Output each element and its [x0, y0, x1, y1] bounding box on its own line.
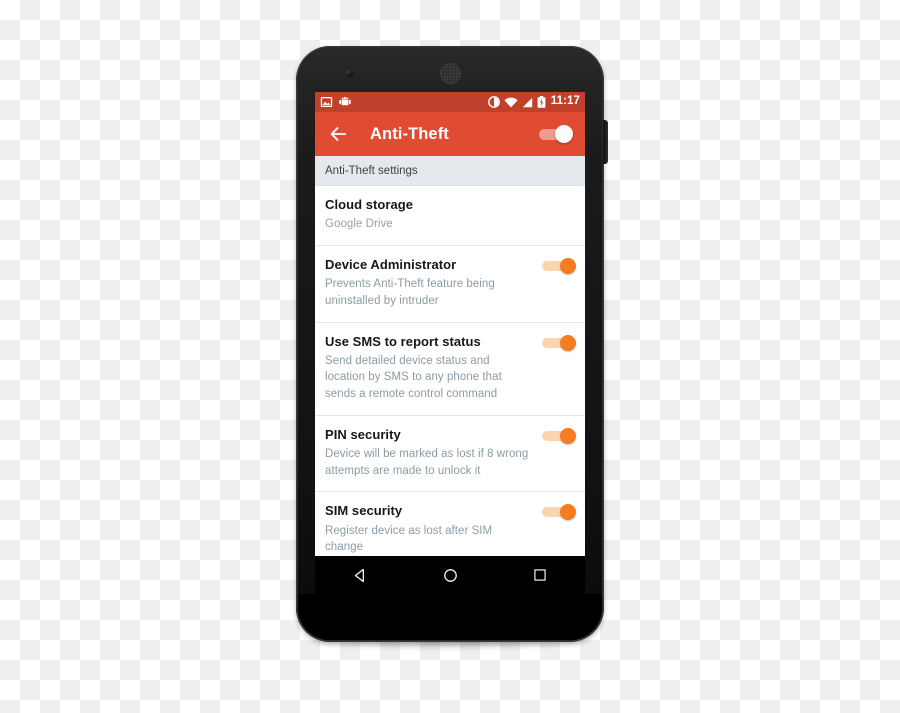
status-bar-left-icons	[320, 96, 351, 108]
front-camera-icon	[345, 69, 353, 77]
toggle-thumb	[560, 257, 576, 274]
toggle-thumb	[560, 334, 576, 351]
wifi-icon	[504, 97, 518, 107]
toggle-thumb	[555, 125, 573, 143]
list-item-sim-security[interactable]: SIM security Register device as lost aft…	[315, 492, 585, 556]
list-item-text: PIN security Device will be marked as lo…	[325, 427, 575, 480]
list-item-device-administrator[interactable]: Device Administrator Prevents Anti-Theft…	[315, 246, 585, 323]
home-nav-button[interactable]	[435, 560, 465, 590]
do-not-disturb-icon	[487, 96, 500, 108]
status-bar: 11:17	[315, 92, 585, 112]
list-item-subtitle: Google Drive	[325, 218, 393, 231]
settings-list: Cloud storage Google Drive Device Admini…	[315, 186, 585, 556]
list-item-subtitle: Prevents Anti-Theft feature being uninst…	[325, 278, 495, 307]
list-item-title: PIN security	[325, 426, 401, 442]
toggle-device-administrator[interactable]	[542, 257, 576, 274]
app-bar: Anti-Theft	[315, 112, 585, 156]
anti-theft-master-toggle[interactable]	[539, 124, 573, 144]
earpiece-speaker-icon	[440, 63, 461, 84]
list-item-title: Use SMS to report status	[325, 333, 481, 349]
list-item-title: Device Administrator	[325, 256, 457, 272]
list-item-pin-security[interactable]: PIN security Device will be marked as lo…	[315, 416, 585, 493]
recents-nav-icon	[534, 569, 546, 581]
list-item-subtitle: Send detailed device status and location…	[325, 354, 502, 401]
list-item-text: SIM security Register device as lost aft…	[325, 503, 575, 556]
status-bar-right-icons: 11:17	[487, 95, 580, 108]
list-item-use-sms-to-report-status[interactable]: Use SMS to report status Send detailed d…	[315, 323, 585, 416]
toggle-use-sms-to-report-status[interactable]	[542, 334, 576, 351]
list-item-text: Use SMS to report status Send detailed d…	[325, 334, 575, 403]
recents-nav-button[interactable]	[525, 560, 555, 590]
list-item-cloud-storage[interactable]: Cloud storage Google Drive	[315, 186, 585, 246]
back-arrow-icon[interactable]	[327, 123, 349, 145]
toggle-thumb	[560, 427, 576, 444]
android-robot-icon	[339, 97, 351, 106]
list-item-title: Cloud storage	[325, 197, 414, 212]
status-bar-clock: 11:17	[550, 95, 580, 108]
power-button[interactable]	[603, 120, 608, 164]
list-item-text: Device Administrator Prevents Anti-Theft…	[325, 257, 575, 310]
list-item-subtitle: Register device as lost after SIM change	[325, 524, 493, 554]
phone-screen: 11:17 Anti-Theft Anti-Theft settings Clo…	[315, 92, 585, 556]
cellular-signal-icon	[522, 97, 532, 107]
back-nav-button[interactable]	[345, 560, 375, 590]
section-header-anti-theft-settings: Anti-Theft settings	[315, 156, 585, 186]
toggle-thumb	[560, 504, 576, 521]
battery-icon	[537, 96, 546, 108]
home-nav-icon	[443, 568, 457, 582]
screenshot-icon	[320, 97, 333, 107]
list-item-subtitle: Device will be marked as lost if 8 wrong…	[325, 448, 529, 477]
toggle-pin-security[interactable]	[542, 427, 576, 444]
list-item-title: SIM security	[325, 503, 403, 519]
back-nav-icon	[354, 568, 364, 582]
list-item-text: Cloud storage Google Drive	[325, 197, 575, 233]
page-title: Anti-Theft	[370, 124, 449, 143]
toggle-sim-security[interactable]	[542, 504, 576, 521]
android-navigation-bar	[315, 556, 585, 594]
phone-bottom-chin	[298, 594, 602, 640]
